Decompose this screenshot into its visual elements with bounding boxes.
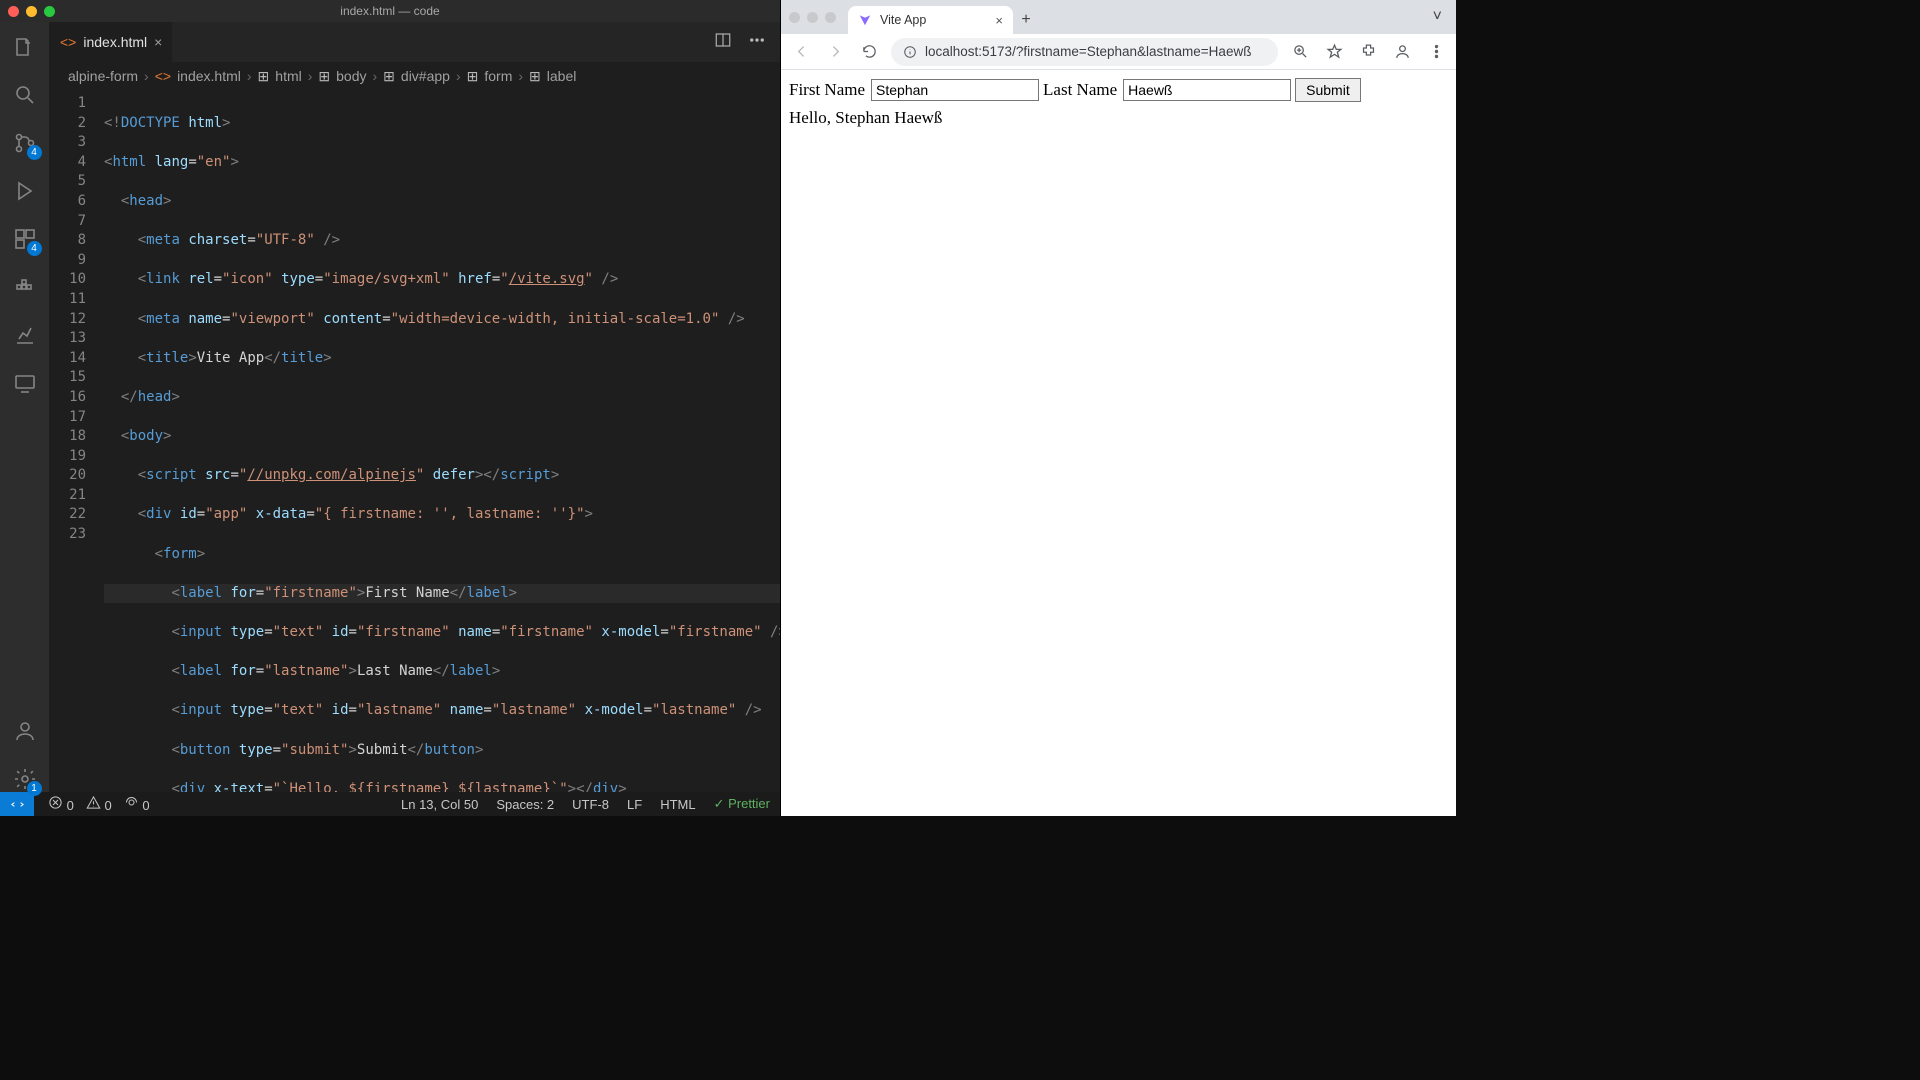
eol-indicator[interactable]: LF — [627, 797, 642, 812]
search-icon[interactable] — [12, 82, 38, 108]
back-button[interactable] — [789, 40, 813, 64]
code-content[interactable]: <!DOCTYPE html> <html lang="en"> <head> … — [104, 90, 780, 792]
code-editor[interactable]: 1234567891011121314151617181920212223 <!… — [50, 90, 780, 792]
tab-list-icon[interactable]: ˅ — [1427, 0, 1448, 34]
extensions-icon[interactable] — [1356, 40, 1380, 64]
split-editor-icon[interactable] — [714, 31, 732, 54]
status-bar: 0 0 0 Ln 13, Col 50 Spaces: 2 UTF-8 LF H… — [0, 792, 780, 816]
greeting-text: Hello, Stephan Haewß — [789, 108, 1448, 128]
vite-favicon-icon — [858, 13, 872, 27]
last-name-input[interactable] — [1123, 79, 1291, 101]
tab-index-html[interactable]: <> index.html × — [50, 22, 173, 62]
bookmark-icon[interactable] — [1322, 40, 1346, 64]
first-name-input[interactable] — [871, 79, 1039, 101]
site-info-icon[interactable] — [903, 45, 917, 59]
browser-tab[interactable]: Vite App × — [848, 6, 1013, 34]
vscode-titlebar: index.html — code — [0, 0, 780, 22]
more-actions-icon[interactable] — [748, 31, 766, 54]
docker-icon[interactable] — [12, 274, 38, 300]
html-file-icon: <> — [60, 34, 76, 50]
mac-close-icon[interactable] — [789, 12, 800, 23]
settings-badge: 1 — [27, 781, 42, 796]
first-name-label: First Name — [789, 80, 865, 100]
browser-tabbar: Vite App × + ˅ — [781, 0, 1456, 34]
settings-icon[interactable]: 1 — [12, 766, 38, 792]
activity-bar: 4 4 1 — [0, 22, 50, 792]
breadcrumb[interactable]: alpine-form› <>index.html› ⊞html› ⊞body›… — [50, 62, 780, 90]
tab-close-icon[interactable]: × — [995, 13, 1003, 28]
chart-icon[interactable] — [12, 322, 38, 348]
submit-button[interactable]: Submit — [1295, 78, 1361, 102]
ext-badge: 4 — [27, 241, 42, 256]
errors-indicator[interactable]: 0 — [48, 795, 74, 813]
ports-indicator[interactable]: 0 — [124, 795, 150, 813]
mac-minimize-icon[interactable] — [807, 12, 818, 23]
explorer-icon[interactable] — [12, 34, 38, 60]
last-name-label: Last Name — [1043, 80, 1117, 100]
profile-icon[interactable] — [1390, 40, 1414, 64]
tab-close-icon[interactable]: × — [154, 34, 162, 50]
browser-window: Vite App × + ˅ localhost:5173/?firstname… — [780, 0, 1456, 816]
run-icon[interactable] — [12, 178, 38, 204]
scm-badge: 4 — [27, 145, 42, 160]
remote-indicator[interactable] — [0, 792, 34, 816]
url-text: localhost:5173/?firstname=Stephan&lastna… — [925, 44, 1251, 59]
reload-button[interactable] — [857, 40, 881, 64]
cursor-position[interactable]: Ln 13, Col 50 — [401, 797, 478, 812]
editor-tabs: <> index.html × — [50, 22, 780, 62]
address-bar[interactable]: localhost:5173/?firstname=Stephan&lastna… — [891, 38, 1278, 66]
indent-indicator[interactable]: Spaces: 2 — [496, 797, 554, 812]
account-icon[interactable] — [12, 718, 38, 744]
zoom-icon[interactable] — [1288, 40, 1312, 64]
new-tab-button[interactable]: + — [1013, 6, 1039, 34]
vscode-window: index.html — code 4 4 1 <> index.html × — [0, 0, 780, 816]
menu-icon[interactable] — [1424, 40, 1448, 64]
mac-zoom-icon[interactable] — [825, 12, 836, 23]
page-content: First Name Last Name Submit Hello, Steph… — [781, 70, 1456, 816]
line-gutter: 1234567891011121314151617181920212223 — [50, 90, 104, 792]
browser-toolbar: localhost:5173/?firstname=Stephan&lastna… — [781, 34, 1456, 70]
encoding-indicator[interactable]: UTF-8 — [572, 797, 609, 812]
warnings-indicator[interactable]: 0 — [86, 795, 112, 813]
window-title: index.html — code — [0, 4, 780, 18]
prettier-indicator[interactable]: ✓ Prettier — [714, 796, 770, 812]
tab-label: index.html — [83, 34, 147, 50]
remote-icon[interactable] — [12, 370, 38, 396]
forward-button[interactable] — [823, 40, 847, 64]
language-indicator[interactable]: HTML — [660, 797, 695, 812]
extensions-icon[interactable]: 4 — [12, 226, 38, 252]
tab-title: Vite App — [880, 13, 926, 27]
scm-icon[interactable]: 4 — [12, 130, 38, 156]
